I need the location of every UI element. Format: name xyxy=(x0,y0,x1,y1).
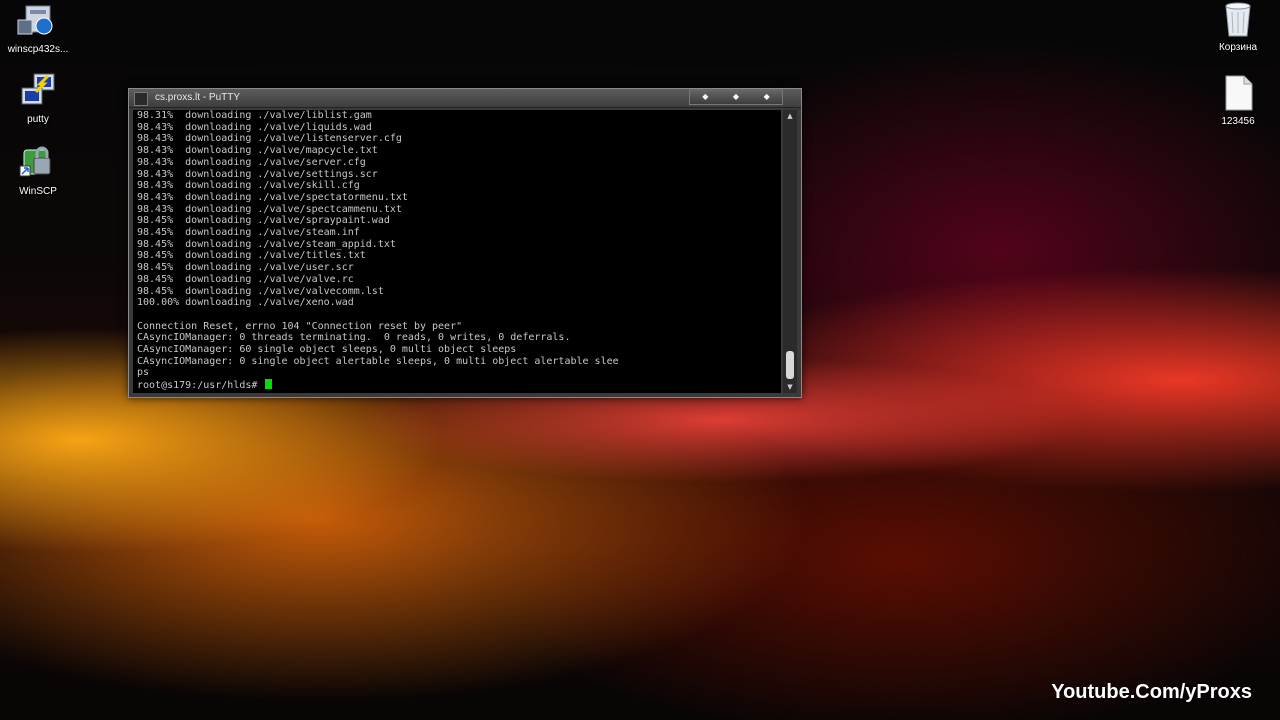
terminal-line: 98.43% downloading ./valve/spectcammenu.… xyxy=(137,203,402,215)
terminal-line: CAsyncIOManager: 60 single object sleeps… xyxy=(137,344,517,356)
terminal-line: 98.45% downloading ./valve/steam_appid.t… xyxy=(137,238,396,250)
terminal-line: 98.43% downloading ./valve/liquids.wad xyxy=(137,121,372,133)
window-controls: ◆ ◆ ◆ xyxy=(689,89,783,105)
terminal-line: 98.45% downloading ./valve/spraypaint.wa… xyxy=(137,215,390,227)
prompt-text: root@s179:/usr/hlds# xyxy=(137,380,264,392)
close-button[interactable]: ◆ xyxy=(759,91,775,103)
terminal-line: CAsyncIOManager: 0 single object alertab… xyxy=(137,355,619,367)
terminal-line: Connection Reset, errno 104 "Connection … xyxy=(137,320,463,332)
scroll-up-arrow-icon[interactable]: ▲ xyxy=(783,110,797,122)
terminal-line: ps xyxy=(137,367,150,379)
window-title: cs.proxs.lt - PuTTY xyxy=(155,92,241,103)
terminal-line: 98.45% downloading ./valve/titles.txt xyxy=(137,250,366,262)
desktop-icon-putty[interactable]: putty xyxy=(0,72,80,125)
desktop-icon-label: WinSCP xyxy=(19,186,57,197)
terminal-line: 98.45% downloading ./valve/valve.rc xyxy=(137,273,354,285)
terminal-line: 98.45% downloading ./valve/valvecomm.lst xyxy=(137,285,384,297)
minimize-button[interactable]: ◆ xyxy=(697,91,713,103)
putty-icon xyxy=(14,72,62,112)
desktop-icon-label: 123456 xyxy=(1221,116,1255,127)
putty-title-icon xyxy=(134,92,148,106)
shell-prompt[interactable]: root@s179:/usr/hlds# xyxy=(137,379,619,392)
maximize-button[interactable]: ◆ xyxy=(728,91,744,103)
terminal-line: 98.45% downloading ./valve/steam.inf xyxy=(137,227,360,239)
terminal-output[interactable]: 98.31% downloading ./valve/liblist.gam 98… xyxy=(133,110,781,393)
title-bar[interactable]: cs.proxs.lt - PuTTY ◆ ◆ ◆ xyxy=(129,89,801,108)
watermark-text: Youtube.Com/yProxs xyxy=(1051,681,1252,703)
terminal-line: 98.43% downloading ./valve/server.cfg xyxy=(137,156,366,168)
terminal-line: 100.00% downloading ./valve/xeno.wad xyxy=(137,297,354,309)
desktop-icon-label: Корзина xyxy=(1218,42,1258,53)
desktop-icon-winscp-installer[interactable]: winscp432s... xyxy=(0,2,80,55)
terminal-line: 98.45% downloading ./valve/user.scr xyxy=(137,262,354,274)
putty-window[interactable]: cs.proxs.lt - PuTTY ◆ ◆ ◆ 98.31% downloa… xyxy=(128,88,802,398)
text-file-icon xyxy=(1214,74,1262,114)
desktop-icon-winscp[interactable]: WinSCP xyxy=(0,144,80,197)
vertical-scrollbar[interactable]: ▲ ▼ xyxy=(783,110,797,393)
terminal-line: 98.43% downloading ./valve/skill.cfg xyxy=(137,180,360,192)
scroll-down-arrow-icon[interactable]: ▼ xyxy=(783,381,797,393)
winscp-icon xyxy=(14,144,62,184)
desktop-icon-label: putty xyxy=(27,114,49,125)
terminal-line: 98.43% downloading ./valve/mapcycle.txt xyxy=(137,145,378,157)
desktop-icon-recycle-bin[interactable]: Корзина xyxy=(1196,0,1280,53)
desktop-icon-label: winscp432s... xyxy=(7,44,69,55)
terminal-text: 98.31% downloading ./valve/liblist.gam 98… xyxy=(137,110,619,392)
desktop-icon-text-file[interactable]: 123456 xyxy=(1196,74,1280,127)
terminal-line: 98.31% downloading ./valve/liblist.gam xyxy=(137,110,372,121)
terminal-line: 98.43% downloading ./valve/spectatormenu… xyxy=(137,191,408,203)
scroll-thumb[interactable] xyxy=(786,351,794,379)
terminal-line: 98.43% downloading ./valve/listenserver.… xyxy=(137,133,402,145)
terminal-line: CAsyncIOManager: 0 threads terminating. … xyxy=(137,332,571,344)
installer-icon xyxy=(14,2,62,42)
recycle-bin-icon xyxy=(1214,0,1262,40)
terminal-line: 98.43% downloading ./valve/settings.scr xyxy=(137,168,378,180)
text-cursor xyxy=(265,379,273,390)
